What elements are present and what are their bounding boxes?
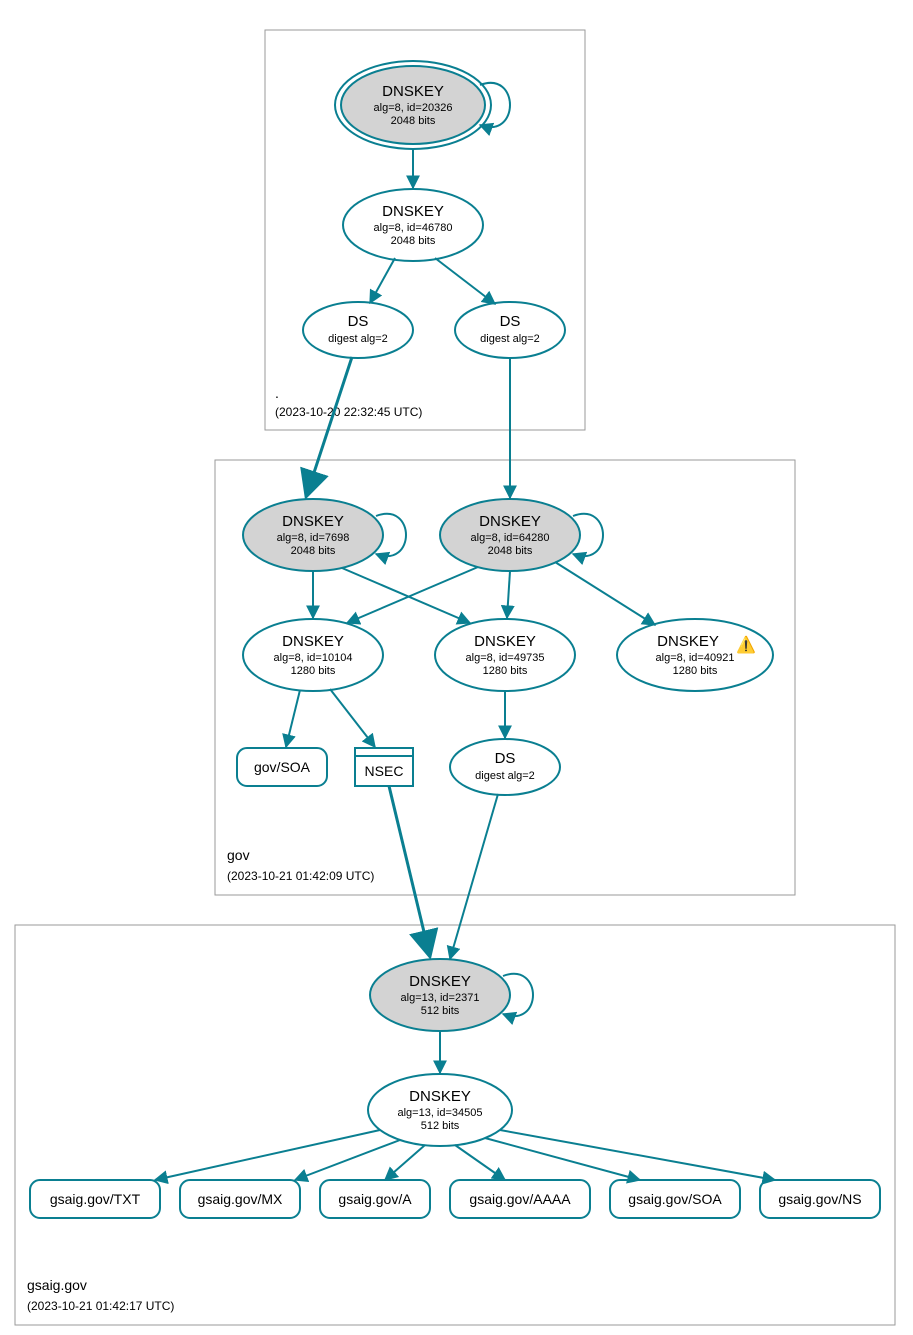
node-rr-mx: gsaig.gov/MX	[180, 1180, 300, 1218]
node-root-ksk: DNSKEY alg=8, id=20326 2048 bits	[335, 61, 491, 149]
svg-text:DNSKEY: DNSKEY	[474, 633, 536, 650]
node-gov-zsk3: DNSKEY ⚠️ alg=8, id=40921 1280 bits	[617, 619, 773, 691]
edge-govds-gsaigksk	[450, 794, 498, 959]
node-gov-ksk2: DNSKEY alg=8, id=64280 2048 bits	[440, 499, 580, 571]
node-root-zsk: DNSKEY alg=8, id=46780 2048 bits	[343, 189, 483, 261]
svg-text:gov/SOA: gov/SOA	[254, 759, 311, 775]
edge-zsk-a	[385, 1145, 425, 1180]
svg-text:gsaig.gov/NS: gsaig.gov/NS	[778, 1191, 861, 1207]
zone-root-timestamp: (2023-10-20 22:32:45 UTC)	[275, 405, 422, 419]
svg-text:alg=8, id=49735: alg=8, id=49735	[466, 652, 545, 664]
svg-text:gsaig.gov/AAAA: gsaig.gov/AAAA	[469, 1191, 571, 1207]
edge-zsk1-soa	[286, 690, 300, 747]
node-rr-soa: gsaig.gov/SOA	[610, 1180, 740, 1218]
svg-text:DNSKEY: DNSKEY	[382, 83, 444, 100]
node-gov-zsk1: DNSKEY alg=8, id=10104 1280 bits	[243, 619, 383, 691]
svg-text:digest alg=2: digest alg=2	[475, 770, 535, 782]
node-gov-nsec: NSEC	[355, 748, 413, 786]
edge-govksk2-zsk1	[347, 567, 478, 623]
zone-gsaig-name: gsaig.gov	[27, 1277, 87, 1293]
edge-rootzsk-ds2	[435, 258, 495, 304]
edge-nsec-gsaigksk	[389, 786, 430, 957]
edge-zsk-soa	[485, 1138, 640, 1180]
edge-rootzsk-ds1	[370, 258, 395, 303]
svg-text:2048 bits: 2048 bits	[391, 235, 436, 247]
edge-govksk1-zsk2	[342, 568, 470, 623]
warning-icon: ⚠️	[736, 635, 756, 654]
svg-text:alg=8, id=7698: alg=8, id=7698	[277, 532, 350, 544]
svg-text:alg=8, id=46780: alg=8, id=46780	[374, 222, 453, 234]
svg-text:alg=8, id=20326: alg=8, id=20326	[374, 102, 453, 114]
svg-text:alg=13, id=2371: alg=13, id=2371	[401, 992, 480, 1004]
svg-text:DNSKEY: DNSKEY	[657, 633, 719, 650]
node-rr-a: gsaig.gov/A	[320, 1180, 430, 1218]
svg-text:DS: DS	[495, 750, 516, 767]
svg-text:DNSKEY: DNSKEY	[409, 973, 471, 990]
node-root-ds2: DS digest alg=2	[455, 302, 565, 358]
svg-text:DNSKEY: DNSKEY	[409, 1088, 471, 1105]
edge-zsk-ns	[500, 1130, 775, 1180]
node-rr-aaaa: gsaig.gov/AAAA	[450, 1180, 590, 1218]
svg-text:DNSKEY: DNSKEY	[382, 203, 444, 220]
svg-text:DNSKEY: DNSKEY	[282, 633, 344, 650]
svg-text:512 bits: 512 bits	[421, 1120, 460, 1132]
svg-text:alg=13, id=34505: alg=13, id=34505	[397, 1107, 482, 1119]
svg-text:DS: DS	[348, 313, 369, 330]
svg-text:gsaig.gov/MX: gsaig.gov/MX	[198, 1191, 283, 1207]
svg-text:gsaig.gov/SOA: gsaig.gov/SOA	[628, 1191, 722, 1207]
edge-govksk2-zsk3	[555, 562, 655, 625]
node-gsaig-ksk: DNSKEY alg=13, id=2371 512 bits	[370, 959, 510, 1031]
svg-text:1280 bits: 1280 bits	[483, 665, 528, 677]
node-gsaig-zsk: DNSKEY alg=13, id=34505 512 bits	[368, 1074, 512, 1146]
svg-text:512 bits: 512 bits	[421, 1005, 460, 1017]
svg-text:alg=8, id=64280: alg=8, id=64280	[471, 532, 550, 544]
svg-text:1280 bits: 1280 bits	[673, 665, 718, 677]
svg-text:2048 bits: 2048 bits	[291, 545, 336, 557]
svg-text:2048 bits: 2048 bits	[488, 545, 533, 557]
svg-text:alg=8, id=10104: alg=8, id=10104	[274, 652, 353, 664]
zone-root-name: .	[275, 385, 279, 401]
svg-text:digest alg=2: digest alg=2	[480, 333, 540, 345]
svg-text:DNSKEY: DNSKEY	[282, 513, 344, 530]
node-gov-soa: gov/SOA	[237, 748, 327, 786]
edge-zsk-txt	[155, 1130, 380, 1180]
svg-text:NSEC: NSEC	[365, 763, 404, 779]
edge-zsk1-nsec	[330, 689, 375, 747]
edge-govksk2-zsk2	[507, 571, 510, 618]
node-rr-txt: gsaig.gov/TXT	[30, 1180, 160, 1218]
svg-text:gsaig.gov/A: gsaig.gov/A	[338, 1191, 412, 1207]
zone-gov-name: gov	[227, 847, 250, 863]
node-gov-ds: DS digest alg=2	[450, 739, 560, 795]
svg-text:DNSKEY: DNSKEY	[479, 513, 541, 530]
svg-text:2048 bits: 2048 bits	[391, 115, 436, 127]
svg-text:alg=8, id=40921: alg=8, id=40921	[656, 652, 735, 664]
zone-gsaig-timestamp: (2023-10-21 01:42:17 UTC)	[27, 1299, 174, 1313]
node-rr-ns: gsaig.gov/NS	[760, 1180, 880, 1218]
svg-text:1280 bits: 1280 bits	[291, 665, 336, 677]
node-root-ds1: DS digest alg=2	[303, 302, 413, 358]
zone-gov-timestamp: (2023-10-21 01:42:09 UTC)	[227, 869, 374, 883]
node-gov-zsk2: DNSKEY alg=8, id=49735 1280 bits	[435, 619, 575, 691]
node-gov-ksk1: DNSKEY alg=8, id=7698 2048 bits	[243, 499, 383, 571]
edge-zsk-aaaa	[455, 1145, 505, 1180]
svg-text:DS: DS	[500, 313, 521, 330]
svg-text:digest alg=2: digest alg=2	[328, 333, 388, 345]
edge-ds1-govksk1	[306, 357, 352, 497]
svg-text:gsaig.gov/TXT: gsaig.gov/TXT	[50, 1191, 141, 1207]
